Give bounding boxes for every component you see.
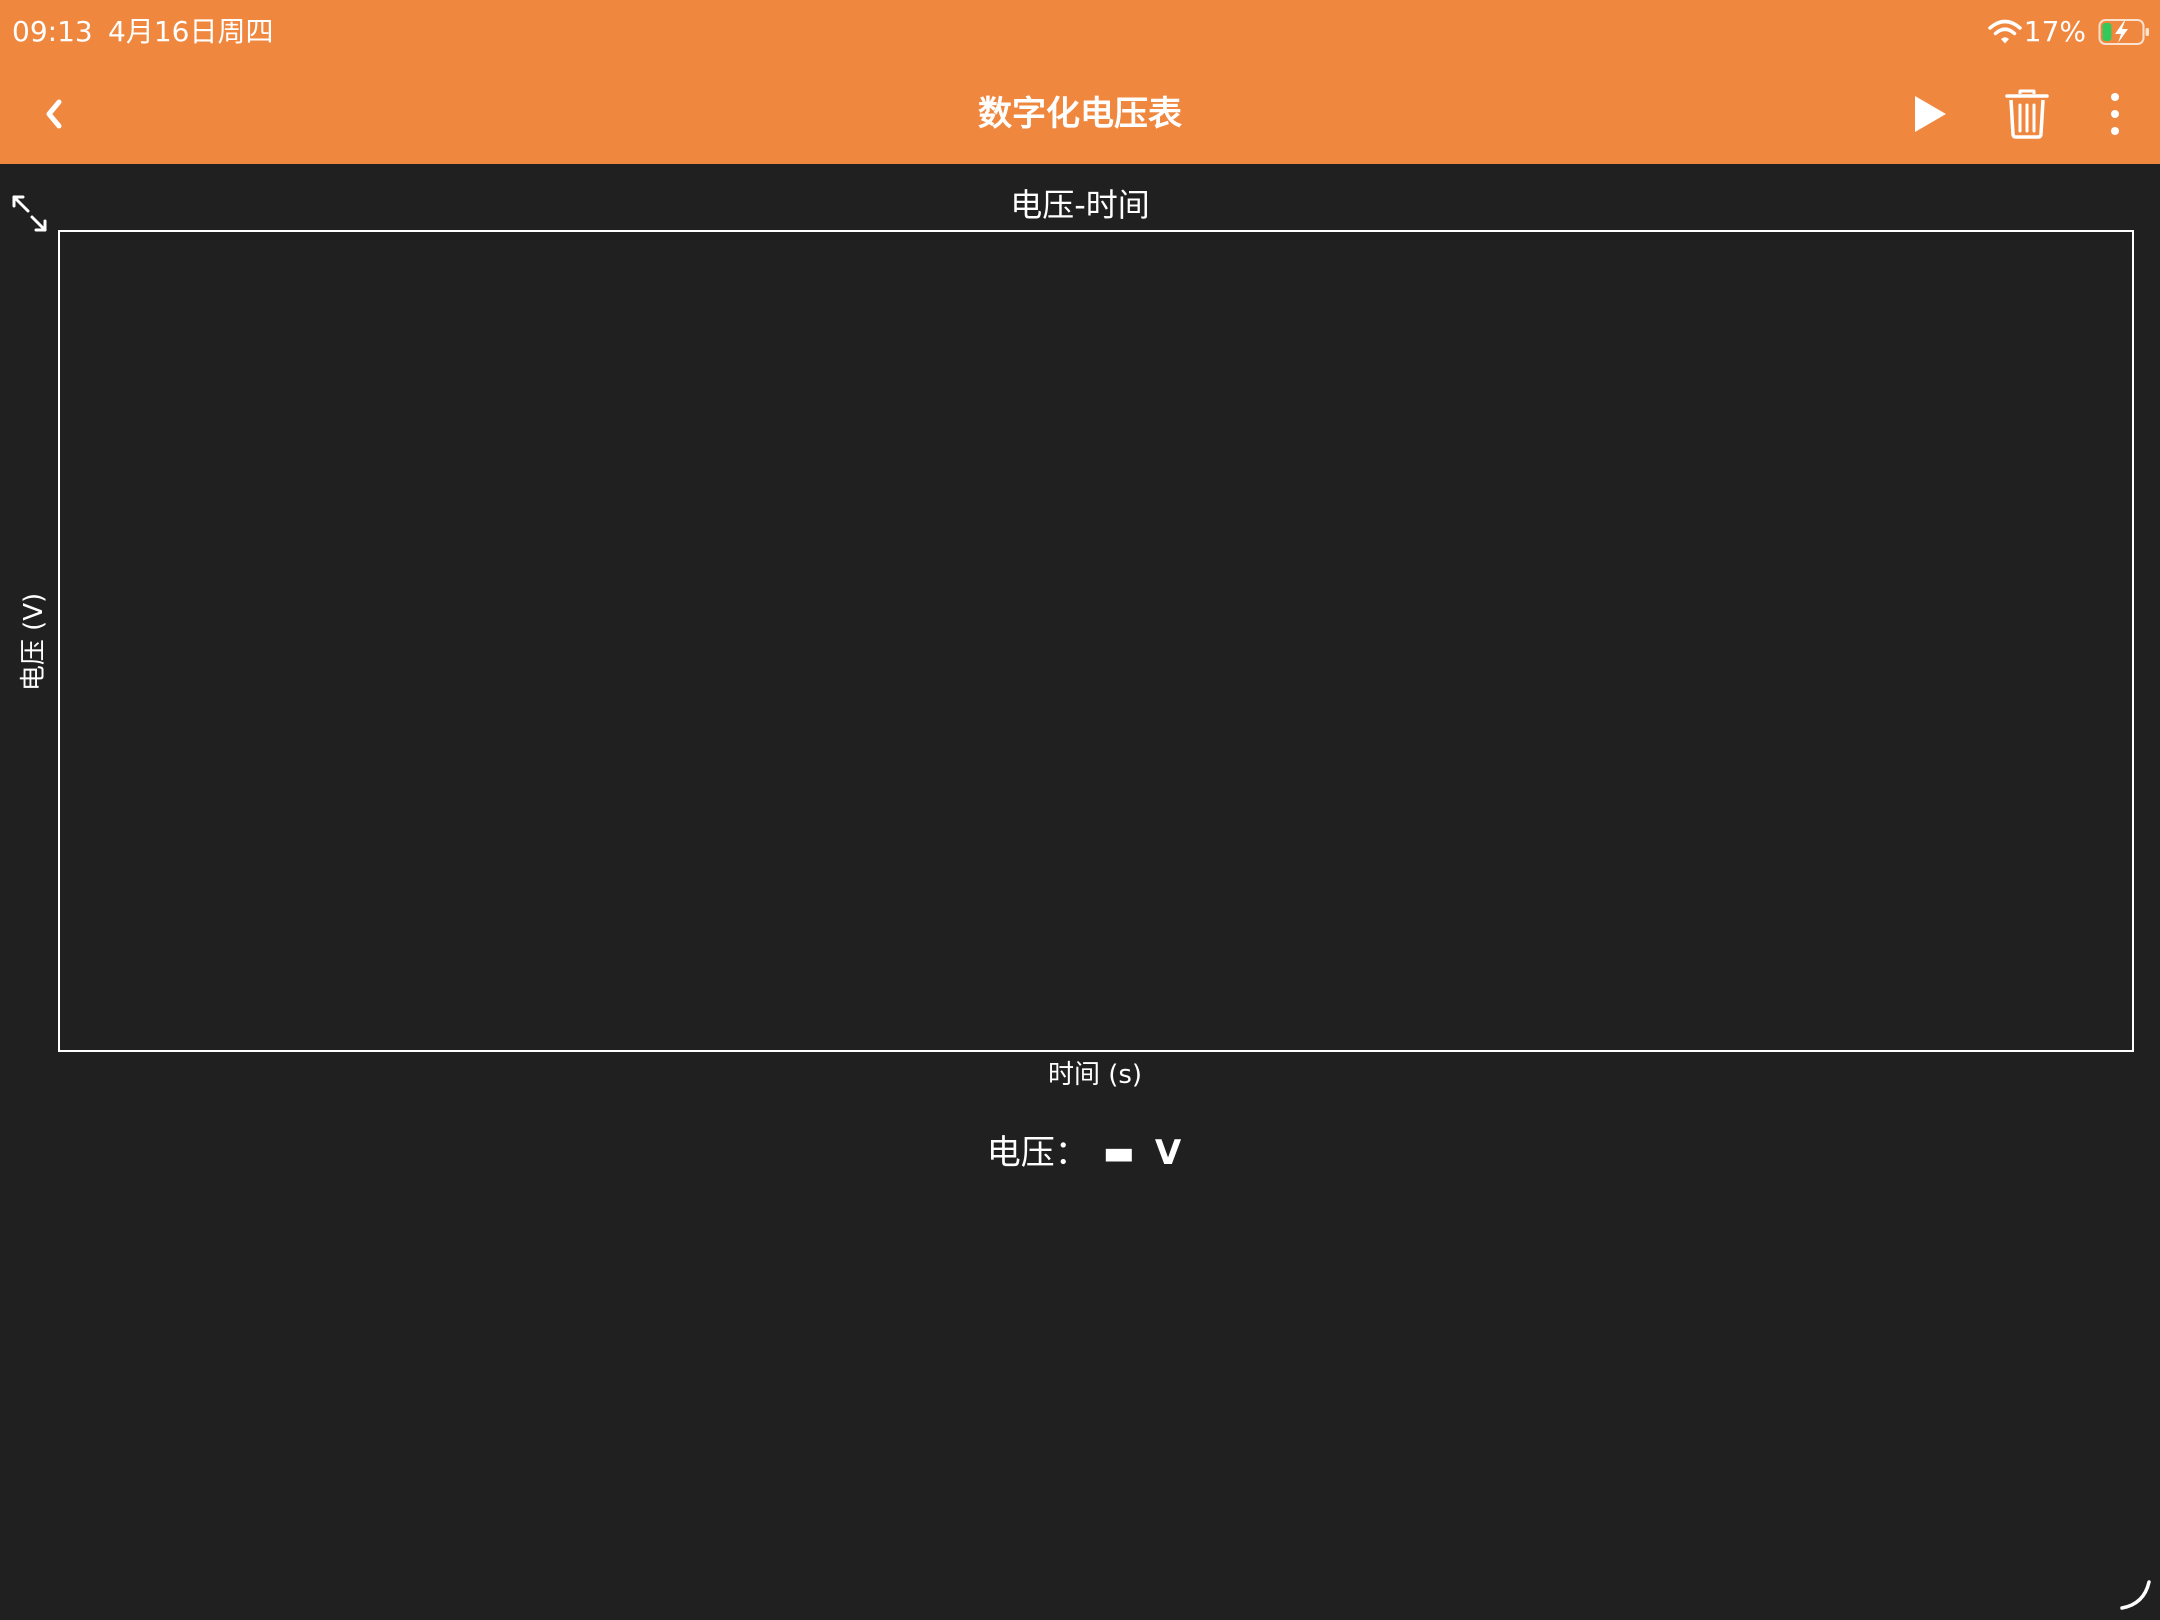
play-icon: [1915, 96, 1946, 132]
play-button[interactable]: [1900, 84, 1960, 144]
voltage-readout-label: 电压：: [986, 1133, 1089, 1173]
chart-plot-area[interactable]: [58, 230, 2134, 1052]
battery-charging-icon: [2098, 19, 2149, 45]
battery-percent: 17%: [2023, 15, 2086, 48]
voltage-readout: 电压： ▬ V: [0, 1130, 2160, 1176]
status-date: 4月16日周四: [108, 15, 274, 48]
resize-corner-icon: [2120, 1580, 2151, 1610]
status-time: 09:13: [12, 15, 93, 48]
more-options-button[interactable]: [2090, 84, 2140, 144]
chart-y-axis-label: 电压 (V): [19, 592, 49, 692]
wifi-icon: [1988, 19, 2022, 44]
nav-bar: 数字化电压表: [0, 66, 2160, 164]
voltage-readout-value: ▬: [1102, 1133, 1137, 1173]
page-title: 数字化电压表: [978, 94, 1182, 134]
chart-x-axis-label: 时间 (s): [1047, 1060, 1143, 1090]
chart-title: 电压-时间: [1010, 186, 1150, 224]
more-vertical-icon: [2111, 93, 2119, 135]
chevron-left-icon: [46, 99, 62, 129]
chart-svg: [60, 232, 2132, 1050]
delete-button[interactable]: [1997, 82, 2057, 146]
voltage-readout-unit: V: [1154, 1133, 1182, 1173]
status-bar: 09:13 4月16日周四 17%: [0, 0, 2160, 66]
trash-icon: [2005, 89, 2049, 139]
back-button[interactable]: [24, 84, 84, 144]
